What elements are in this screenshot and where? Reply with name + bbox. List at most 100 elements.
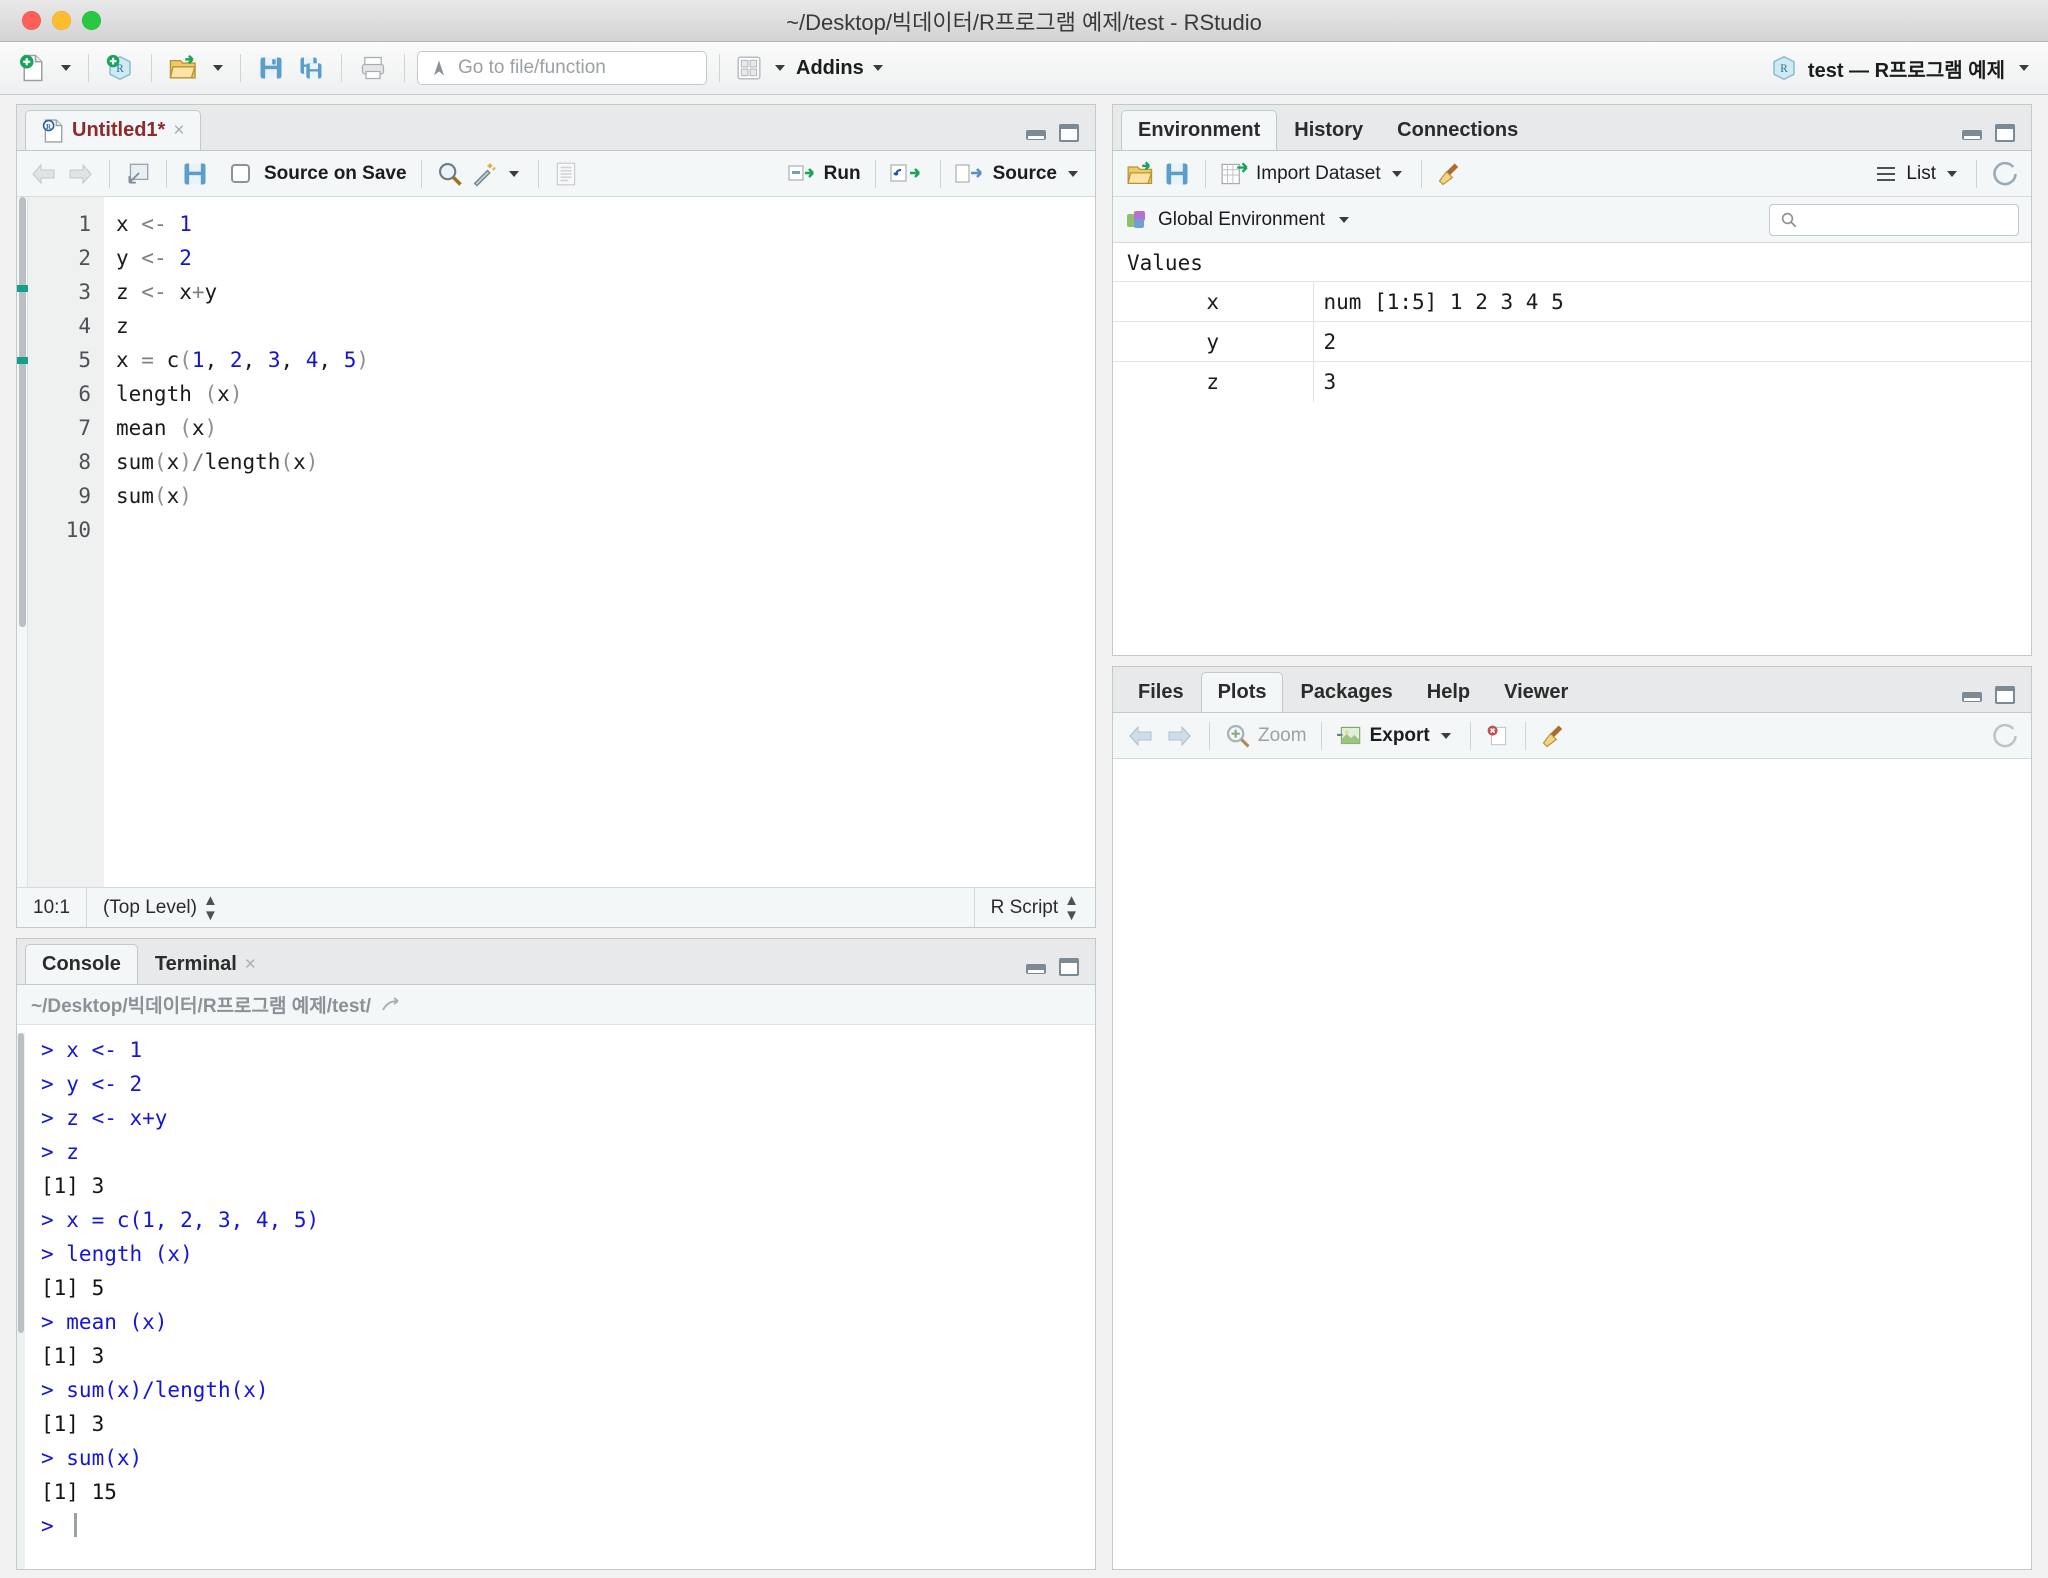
export-plot-icon[interactable] [1336,723,1364,749]
code-line[interactable]: length (x) [116,377,1095,411]
new-project-button[interactable]: R [101,49,139,87]
console-lines[interactable]: > x <- 1 > y <- 2 > z <- x+y > z [1] 3 > x = … [25,1033,1095,1569]
plots-tab-viewer[interactable]: Viewer [1487,672,1585,712]
import-dataset-caret-icon[interactable] [1391,170,1402,177]
run-icon[interactable] [788,162,818,186]
new-file-button[interactable] [14,49,52,87]
global-environment-caret-icon[interactable] [1338,216,1349,223]
source-icon[interactable] [955,162,987,186]
load-workspace-icon[interactable] [1125,160,1157,188]
environment-search-input[interactable] [1769,203,2019,236]
previous-plot-icon[interactable] [1125,723,1157,749]
plots-tab-packages[interactable]: Packages [1283,672,1409,712]
editor-tab-untitled1[interactable]: R Untitled1* × [25,110,202,150]
find-replace-icon[interactable] [436,160,464,188]
minimize-pane-icon[interactable] [1960,685,1984,705]
code-line[interactable]: sum(x) [116,479,1095,513]
show-in-new-window-icon[interactable] [124,161,152,187]
table-row[interactable]: x num [1:5] 1 2 3 4 5 [1113,281,2031,322]
editor-body[interactable]: 1 2 3 4 5 6 7 8 9 10 x <- 1y <- 2z <- x+y z x = c(1… [17,197,1095,887]
scope-selector[interactable]: (Top Level) ▲ ▼ [87,888,234,927]
editor-code[interactable]: x <- 1y <- 2z <- x+y z x = c(1, 2, 3, 4, 5… [104,197,1095,887]
goto-file-function-input[interactable]: Go to file/function [417,51,707,85]
addins-label[interactable]: Addins [796,57,864,80]
code-tools-icon[interactable] [470,160,498,188]
table-row[interactable]: z3 [1113,361,2031,402]
new-file-caret-icon[interactable] [61,65,71,71]
window-controls[interactable] [22,11,101,30]
maximize-pane-icon[interactable] [1993,684,2017,706]
scrollbar-thumb[interactable] [19,197,26,627]
code-line[interactable]: sum(x)/length(x) [116,445,1095,479]
clear-workspace-broom-icon[interactable] [1436,160,1464,188]
console-tab-terminal[interactable]: Terminal × [138,944,273,984]
plots-display-area[interactable] [1113,759,2031,1569]
close-icon[interactable]: × [245,954,256,976]
close-window-button[interactable] [22,11,41,30]
environment-tab-history[interactable]: History [1277,110,1380,150]
environment-tab-connections[interactable]: Connections [1380,110,1535,150]
environment-tab-environment[interactable]: Environment [1121,110,1278,150]
project-caret-icon[interactable] [2019,65,2029,71]
compile-report-icon[interactable] [553,161,579,187]
console-tab-console[interactable]: Console [25,944,138,984]
save-icon[interactable] [181,160,209,188]
open-directory-icon[interactable] [381,996,403,1014]
console-output[interactable]: > x <- 1 > y <- 2 > z <- x+y > z [1] 3 > x = … [17,1025,1095,1569]
editor-scrollbar[interactable] [17,197,28,887]
maximize-pane-icon[interactable] [1057,956,1081,978]
save-all-button[interactable] [293,49,329,87]
close-icon[interactable]: × [173,120,184,142]
code-line[interactable]: z [116,309,1095,343]
chevron-updown-icon[interactable]: ▲ ▼ [1064,893,1079,923]
source-on-save-checkbox[interactable] [231,164,250,183]
print-button[interactable] [354,49,392,87]
list-view-icon[interactable] [1874,163,1900,185]
code-line[interactable] [116,513,1095,547]
rerun-icon[interactable] [890,162,926,186]
filetype-selector[interactable]: R Script ▲ ▼ [973,888,1095,927]
remove-plot-icon[interactable] [1485,723,1511,749]
minimize-pane-icon[interactable] [1960,123,1984,143]
addins-caret-icon[interactable] [872,65,883,71]
open-file-caret-icon[interactable] [213,65,223,71]
plots-tab-help[interactable]: Help [1410,672,1487,712]
minimize-pane-icon[interactable] [1024,123,1048,143]
view-mode-label[interactable]: List [1906,163,1936,185]
maximize-pane-icon[interactable] [1993,122,2017,144]
forward-arrow-icon[interactable] [65,161,95,187]
pane-layout-caret-icon[interactable] [775,65,785,71]
plots-tab-files[interactable]: Files [1121,672,1201,712]
clear-plots-broom-icon[interactable] [1540,722,1568,750]
zoom-label[interactable]: Zoom [1258,725,1307,747]
global-environment-selector[interactable]: Global Environment [1125,208,1354,232]
minimize-pane-icon[interactable] [1024,957,1048,977]
import-dataset-icon[interactable] [1220,161,1250,187]
save-workspace-icon[interactable] [1163,160,1191,188]
code-line[interactable]: z <- x+y [116,275,1095,309]
maximize-pane-icon[interactable] [1057,122,1081,144]
code-line[interactable]: y <- 2 [116,241,1095,275]
zoom-window-button[interactable] [82,11,101,30]
source-caret-icon[interactable] [1068,170,1078,177]
import-dataset-label[interactable]: Import Dataset [1256,163,1381,185]
minimize-window-button[interactable] [52,11,71,30]
export-caret-icon[interactable] [1440,732,1451,739]
code-tools-caret-icon[interactable] [508,170,519,177]
open-file-button[interactable] [164,49,204,87]
view-mode-caret-icon[interactable] [1947,170,1957,177]
refresh-plot-icon[interactable] [1991,722,2019,750]
zoom-plot-icon[interactable] [1224,722,1252,750]
plots-tab-plots[interactable]: Plots [1200,672,1284,712]
next-plot-icon[interactable] [1163,723,1195,749]
code-line[interactable]: mean (x) [116,411,1095,445]
refresh-icon[interactable] [1991,160,2019,188]
export-label[interactable]: Export [1370,725,1430,747]
run-label[interactable]: Run [824,163,861,185]
table-row[interactable]: y2 [1113,321,2031,362]
code-line[interactable]: x = c(1, 2, 3, 4, 5) [116,343,1095,377]
project-selector[interactable]: R test — R프로그램 예제 [1769,53,2034,83]
back-arrow-icon[interactable] [29,161,59,187]
pane-layout-button[interactable] [732,49,766,87]
chevron-updown-icon[interactable]: ▲ ▼ [203,893,218,923]
